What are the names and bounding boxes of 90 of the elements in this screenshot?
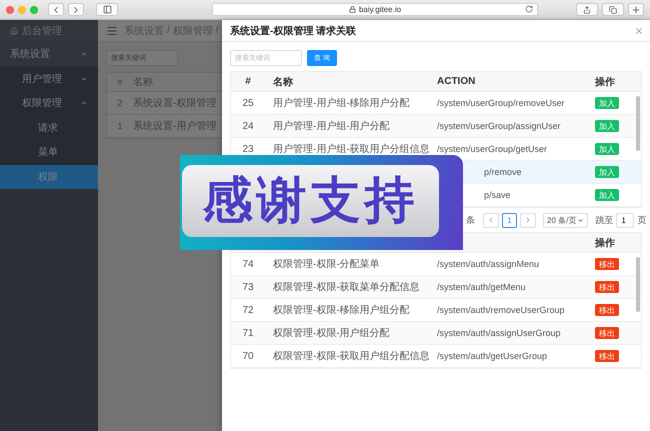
table-cell-text: 1	[116, 121, 124, 131]
remove-button[interactable]: 移出	[595, 281, 619, 293]
chevron-right-icon	[524, 216, 532, 224]
minimize-dot-icon[interactable]	[18, 6, 26, 14]
back-button[interactable]	[48, 3, 64, 16]
add-button[interactable]: 加入	[595, 166, 619, 178]
reload-icon[interactable]	[525, 5, 533, 13]
table-cell-text: /system/userGroup/assignUser	[436, 121, 562, 131]
table-cell-text: 用户管理-用户组-用户分配	[272, 120, 391, 133]
scrollbar-thumb[interactable]	[636, 257, 640, 312]
remove-button[interactable]: 移出	[595, 258, 619, 270]
sidebar-item[interactable]: 请求	[0, 116, 98, 140]
table-cell-text: 70	[241, 350, 255, 362]
sidebar-item[interactable]: 权限管理	[0, 91, 98, 116]
chevron-down-icon	[577, 216, 584, 224]
table-cell-text: 系统设置-权限管理	[133, 96, 218, 110]
total-count: 条	[466, 214, 475, 226]
forward-button[interactable]	[68, 3, 84, 16]
new-tab-button[interactable]	[628, 3, 644, 16]
page-input[interactable]: 1	[616, 212, 634, 228]
close-dot-icon[interactable]	[6, 6, 14, 14]
sidebar-toggle-button[interactable]	[96, 3, 118, 16]
table-cell-text: 23	[241, 144, 255, 154]
add-button[interactable]: 加入	[595, 120, 619, 132]
table-cell-text: 用户管理-用户组-移除用户分配	[272, 96, 411, 110]
table-cell-text: 71	[241, 328, 255, 338]
plus-icon	[631, 4, 641, 14]
tabs-icon	[609, 6, 617, 14]
sidebar-item[interactable]: 用户管理	[0, 66, 98, 91]
page-label: 页	[637, 214, 646, 226]
table-cell-text: p/remove	[483, 167, 523, 177]
sidebar-item[interactable]: 菜单	[0, 140, 98, 164]
add-button[interactable]: 加入	[595, 189, 619, 201]
column-header: #	[116, 77, 124, 87]
lock-icon	[348, 6, 356, 13]
page-button[interactable]: 1	[502, 212, 517, 228]
scrollbar-thumb[interactable]	[636, 96, 640, 151]
sidebar-title: 后台管理	[22, 24, 62, 38]
sidebar-item[interactable]: 权限	[0, 164, 98, 189]
remove-button[interactable]: 移出	[595, 304, 619, 316]
remove-button[interactable]: 移出	[595, 350, 619, 362]
table-cell-text: 用户管理-用户组-获取用户分组信息	[272, 142, 429, 156]
column-header: #	[244, 76, 252, 87]
tabs-button[interactable]	[602, 3, 624, 16]
table-cell-text: /system/auth/removeUserGroup	[436, 305, 566, 315]
menu-icon[interactable]	[106, 24, 118, 36]
remove-button[interactable]: 移出	[595, 327, 619, 339]
column-header: ACTION	[436, 76, 476, 87]
table-cell-text: 系统设置-用户管理	[133, 120, 218, 133]
drawer-title: 系统设置-权限管理 请求关联	[230, 24, 356, 38]
table-cell-text: 25	[241, 98, 255, 108]
table-cell-text: /system/auth/assignUserGroup	[436, 328, 562, 338]
sticker-label: 感谢支持	[182, 164, 439, 236]
table-cell-text: 2	[116, 98, 124, 108]
table-cell-text: p/save	[483, 190, 512, 200]
sidebar-item[interactable]: 系统设置	[0, 42, 98, 66]
share-button[interactable]	[576, 3, 598, 16]
share-icon	[583, 6, 591, 14]
table-cell-text: 权限管理-权限-获取菜单分配信息	[272, 280, 421, 294]
add-button[interactable]: 加入	[595, 143, 619, 155]
table-cell-text: /system/userGroup/getUser	[436, 144, 548, 154]
table-cell-text: 74	[241, 258, 255, 270]
table-cell-text: /system/auth/getMenu	[436, 282, 527, 292]
previous-page-button[interactable]	[483, 212, 499, 228]
jump-label: 跳至	[595, 214, 614, 226]
table-cell-text: 权限管理-权限-移除用户组分配	[272, 304, 411, 317]
column-header: 操作	[594, 236, 616, 250]
close-icon[interactable]	[634, 26, 644, 36]
breadcrumb-item: /	[216, 25, 219, 36]
table-cell-text: /system/auth/getUserGroup	[436, 351, 548, 361]
page-size-select[interactable]: 20 条/页	[543, 212, 588, 228]
zoom-dot-icon[interactable]	[30, 6, 38, 14]
table-cell-text: 73	[241, 282, 255, 292]
table-cell-text: 权限管理-权限-获取用户组分配信息	[272, 350, 429, 363]
next-page-button[interactable]	[520, 212, 536, 228]
table-cell-text: 72	[241, 304, 255, 316]
chevron-left-icon	[487, 216, 495, 224]
table-cell-text: /system/userGroup/removeUser	[436, 98, 566, 108]
add-button[interactable]: 加入	[595, 97, 619, 109]
table-cell-text: /system/auth/assignMenu	[436, 259, 540, 269]
breadcrumb-item: /	[167, 25, 170, 36]
table-cell-text: 权限管理-权限-用户组分配	[272, 326, 391, 340]
column-header: 名称	[133, 76, 154, 89]
table-cell-text: 权限管理-权限-分配菜单	[272, 258, 381, 271]
home-icon	[10, 27, 18, 35]
column-header: 操作	[594, 76, 616, 88]
address-bar[interactable]: baiy.gitee.io	[212, 3, 538, 16]
sidebar-icon	[102, 5, 112, 14]
column-header: 名称	[272, 76, 294, 88]
table-cell-text: 24	[241, 120, 255, 132]
